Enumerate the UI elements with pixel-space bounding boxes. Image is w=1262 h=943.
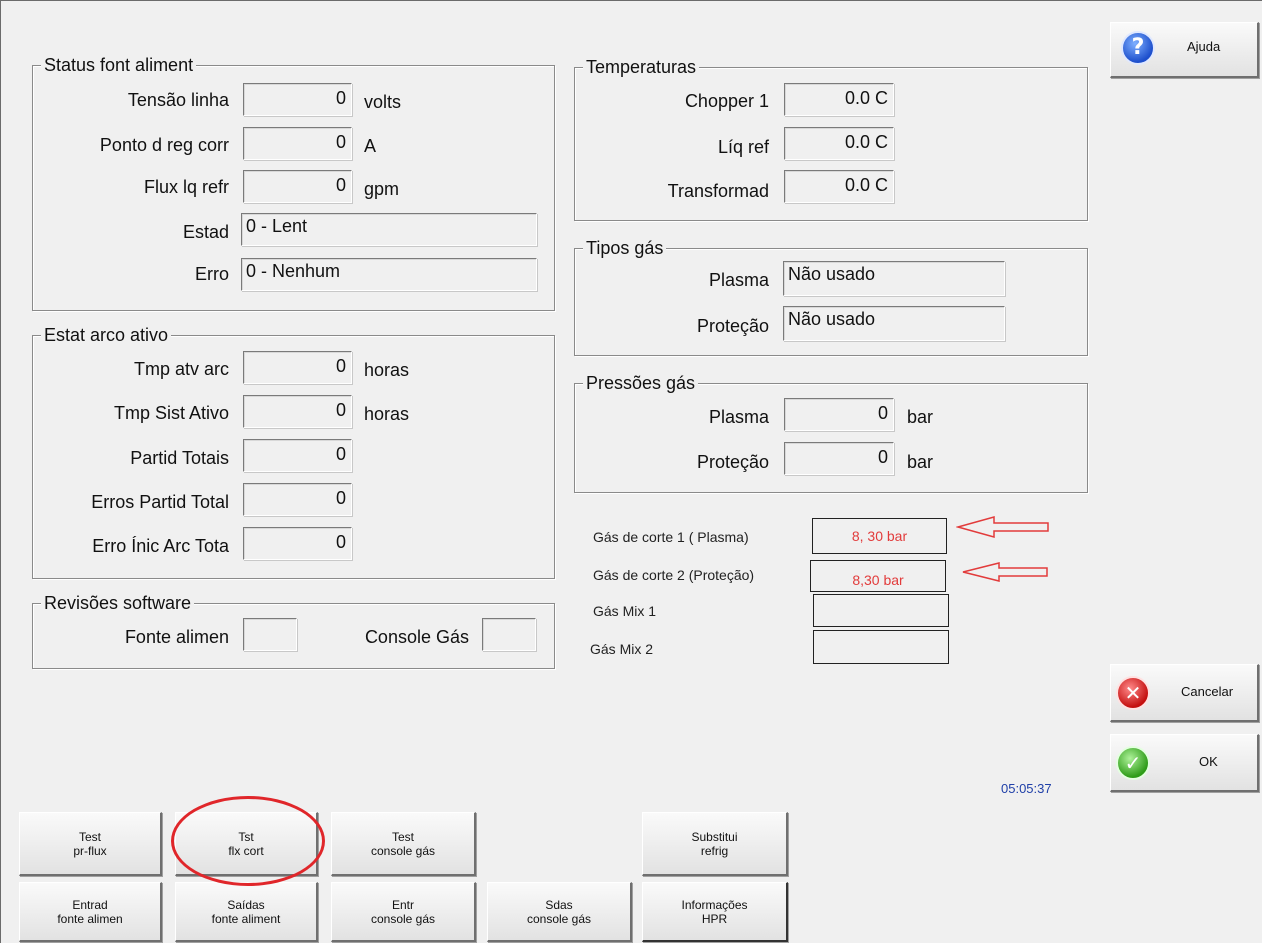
cut-gas-1-value: 8, 30 bar — [812, 518, 947, 554]
test-gas-console-button[interactable]: Test console gás — [331, 812, 476, 876]
cut-gas-1-label: Gás de corte 1 ( Plasma) — [593, 529, 749, 545]
transformer-temp-field: 0.0 C — [784, 170, 894, 203]
help-icon: ? — [1121, 31, 1155, 65]
line-voltage-unit: volts — [364, 92, 402, 112]
hpr-diagnostics-screen: Status font aliment Tensão linha 0 volts… — [0, 0, 1262, 943]
gas-console-inputs-button[interactable]: Entr console gás — [331, 882, 476, 942]
power-supply-revision-label: Fonte alimen — [124, 627, 229, 647]
button-label: Entrad — [72, 897, 108, 912]
coolant-flow-unit: gpm — [364, 179, 400, 199]
error-field: 0 - Nenhum — [241, 258, 537, 291]
test-preflow-button[interactable]: Test pr-flux — [19, 812, 162, 876]
chopper-temp-label: Chopper 1 — [684, 91, 769, 111]
coolant-temp-field: 0.0 C — [784, 127, 894, 160]
button-label: Substitui — [691, 829, 738, 844]
power-supply-revision-field — [243, 618, 297, 651]
button-label: Test — [391, 829, 414, 844]
button-label: Informações — [681, 897, 748, 912]
arc-on-time-unit: horas — [364, 360, 410, 380]
replace-coolant-button[interactable]: Substitui refrig — [642, 812, 788, 876]
system-on-time-unit: horas — [364, 404, 410, 424]
plasma-pressure-field: 0 — [784, 398, 894, 431]
button-label: HPR — [701, 911, 728, 926]
plasma-pressure-unit: bar — [907, 407, 934, 427]
button-label: Saídas — [227, 897, 265, 912]
shield-pressure-unit: bar — [907, 452, 934, 472]
plasma-pressure-label: Plasma — [708, 407, 769, 427]
current-setpoint-field: 0 — [243, 127, 352, 160]
hpr-info-button[interactable]: Informações HPR — [642, 882, 788, 942]
plasma-gas-type-label: Plasma — [708, 270, 769, 290]
gas-console-outputs-button[interactable]: Sdas console gás — [487, 882, 632, 942]
gas-mix-1-value — [813, 594, 949, 627]
gas-mix-2-value — [813, 630, 949, 664]
coolant-flow-field: 0 — [243, 170, 352, 203]
group-title: Status font aliment — [41, 55, 197, 75]
gas-console-revision-label: Console Gás — [364, 627, 469, 647]
state-field: 0 - Lent — [241, 213, 537, 246]
gas-mix-1-label: Gás Mix 1 — [593, 603, 657, 619]
ok-icon: ✓ — [1116, 746, 1150, 780]
arc-on-time-label: Tmp atv arc — [133, 359, 229, 379]
system-on-time-field: 0 — [243, 395, 352, 428]
line-voltage-label: Tensão linha — [127, 90, 229, 110]
total-arc-start-errors-field: 0 — [243, 527, 352, 560]
current-setpoint-unit: A — [364, 136, 377, 156]
state-label: Estad — [182, 222, 229, 242]
button-label: fonte aliment — [211, 911, 281, 926]
cancel-button-label: Cancelar — [1181, 684, 1234, 699]
system-on-time-label: Tmp Sist Ativo — [113, 403, 229, 423]
button-label: Entr — [391, 897, 414, 912]
button-label: refrig — [700, 843, 729, 858]
coolant-temp-label: Líq ref — [717, 137, 769, 157]
shield-gas-type-field: Não usado — [783, 306, 1005, 341]
cut-gas-2-label: Gás de corte 2 (Proteção) — [593, 567, 755, 583]
group-title: Revisões software — [41, 593, 195, 613]
highlight-circle — [171, 796, 325, 886]
total-starts-label: Partid Totais — [130, 448, 229, 468]
arc-on-time-field: 0 — [243, 351, 352, 384]
chopper-temp-field: 0.0 C — [784, 83, 894, 116]
coolant-flow-label: Flux lq refr — [143, 177, 229, 197]
group-title: Temperaturas — [583, 57, 700, 77]
button-label: pr-flux — [73, 843, 107, 858]
group-title: Tipos gás — [583, 238, 667, 258]
group-title: Estat arco ativo — [41, 325, 172, 345]
shield-gas-type-label: Proteção — [696, 316, 769, 336]
button-label: console gás — [370, 911, 436, 926]
shield-pressure-field: 0 — [784, 442, 894, 475]
help-button[interactable]: ? Ajuda — [1110, 22, 1259, 78]
shield-pressure-label: Proteção — [696, 452, 769, 472]
plasma-gas-type-field: Não usado — [783, 261, 1005, 296]
total-start-errors-label: Erros Partid Total — [91, 492, 229, 512]
arrow-left-icon — [962, 562, 1048, 582]
error-label: Erro — [194, 264, 229, 284]
button-label: console gás — [526, 911, 592, 926]
arrow-left-icon — [956, 516, 1049, 538]
ok-button[interactable]: ✓ OK — [1110, 734, 1259, 792]
line-voltage-field: 0 — [243, 83, 352, 116]
gas-console-revision-field — [482, 618, 536, 651]
total-starts-field: 0 — [243, 439, 352, 472]
button-label: console gás — [370, 843, 436, 858]
button-label: Sdas — [545, 897, 573, 912]
power-supply-inputs-button[interactable]: Entrad fonte alimen — [19, 882, 162, 942]
power-supply-outputs-button[interactable]: Saídas fonte aliment — [175, 882, 318, 942]
clock-time: 05:05:37 — [1001, 781, 1052, 796]
group-title: Pressões gás — [583, 373, 699, 393]
transformer-temp-label: Transformad — [667, 181, 769, 201]
button-label: Test — [78, 829, 101, 844]
ok-button-label: OK — [1199, 754, 1218, 769]
help-button-label: Ajuda — [1187, 39, 1221, 54]
gas-mix-2-label: Gás Mix 2 — [590, 641, 654, 657]
cancel-icon: ✕ — [1116, 676, 1150, 710]
button-label: fonte alimen — [57, 911, 123, 926]
total-arc-start-errors-label: Erro Ínic Arc Tota — [92, 536, 229, 556]
cut-gas-2-value: 8,30 bar — [810, 560, 946, 592]
cancel-button[interactable]: ✕ Cancelar — [1110, 664, 1259, 722]
current-setpoint-label: Ponto d reg corr — [99, 135, 229, 155]
total-start-errors-field: 0 — [243, 483, 352, 516]
